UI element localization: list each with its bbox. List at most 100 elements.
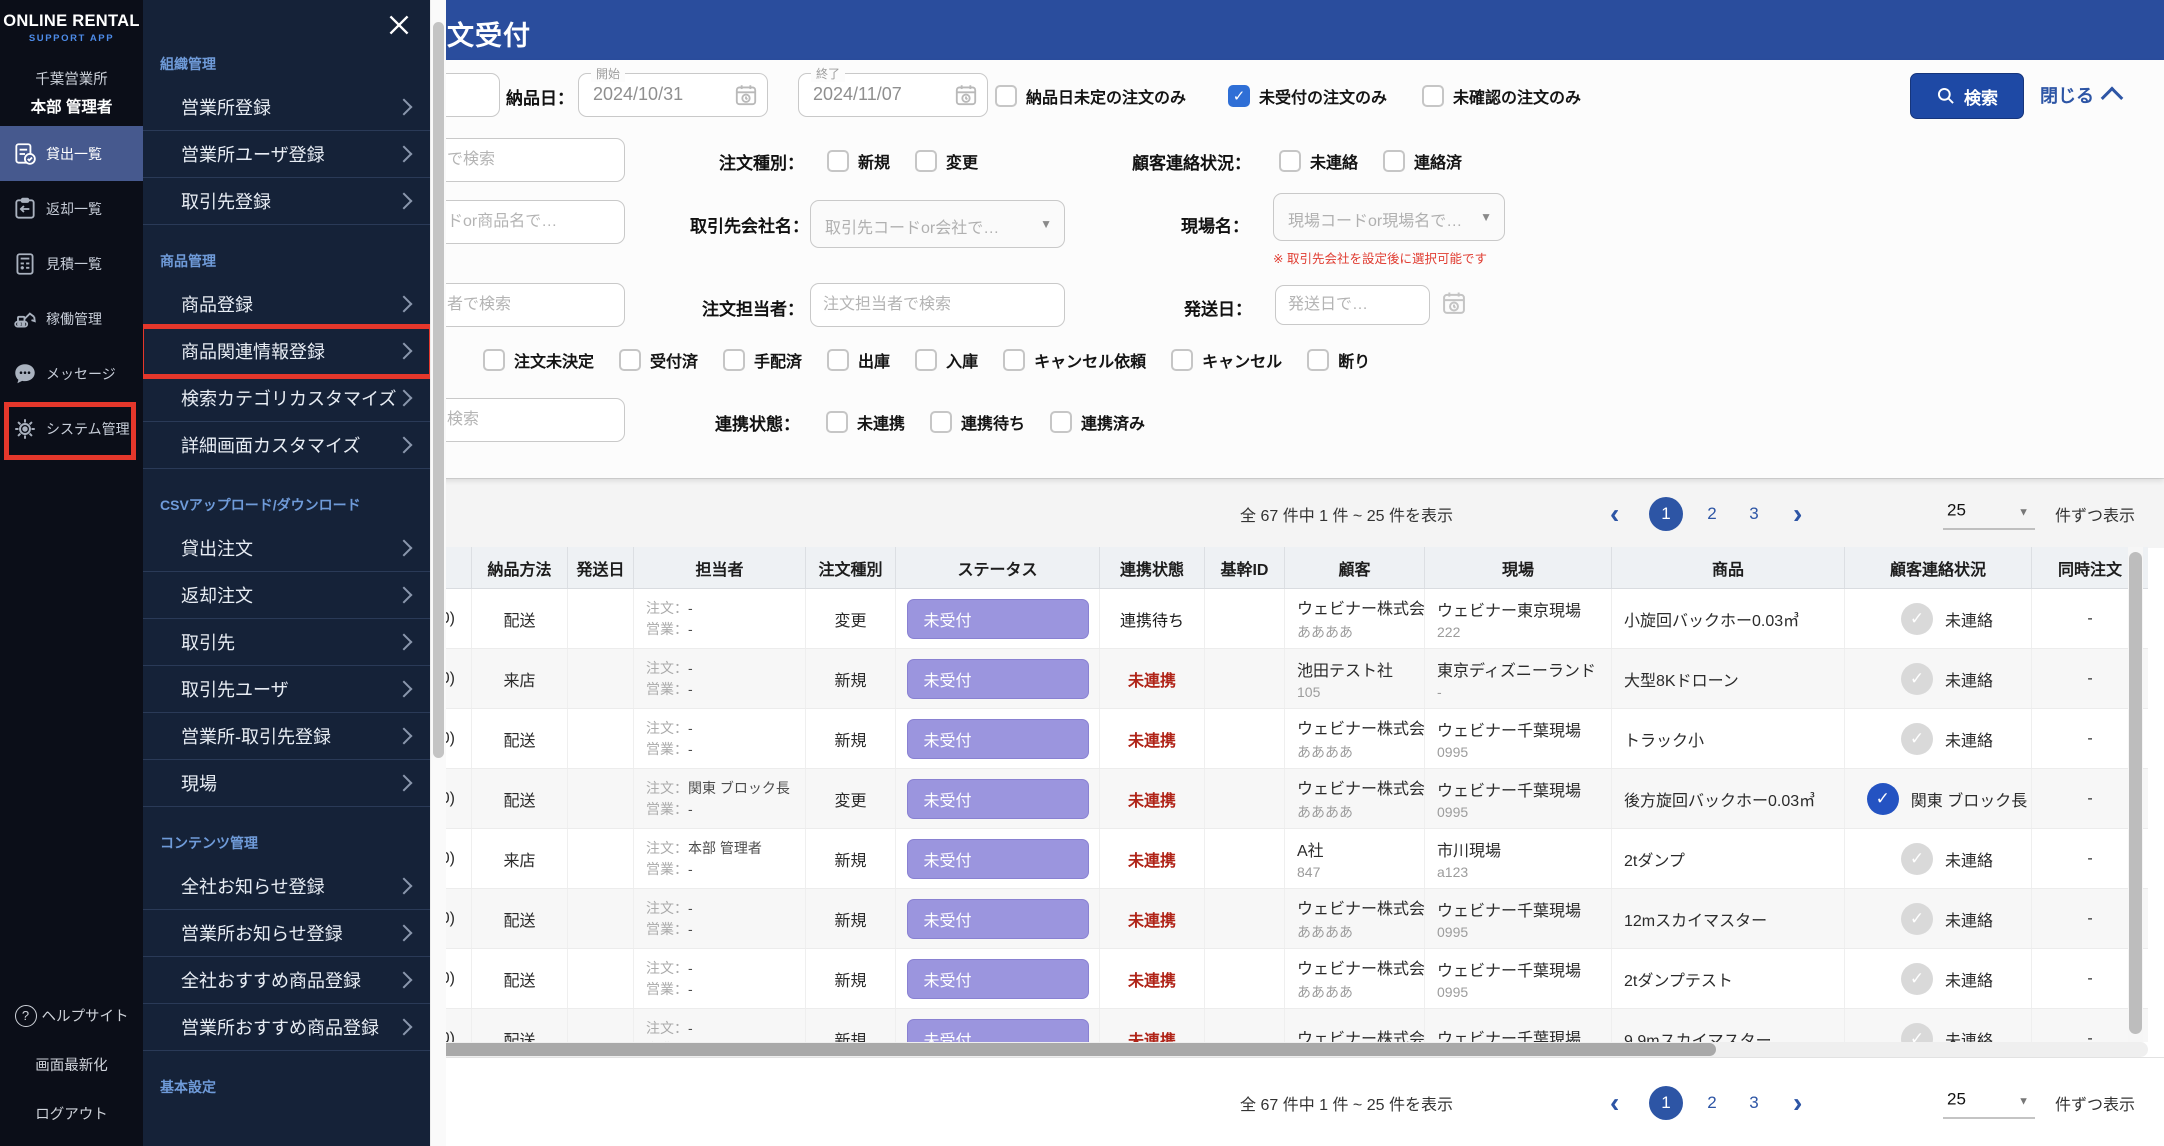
checkbox[interactable] [1307, 349, 1330, 371]
page-number-3[interactable]: 3 [1737, 497, 1771, 531]
filter-link-done[interactable]: 連携済み [1050, 410, 1145, 434]
filter-status-arranged[interactable]: 手配済 [723, 348, 802, 372]
table-row[interactable]: 00) 配送 注文：- 営業：- 変更 未受付 連携待ち ウェビナー株式会社ああ… [380, 589, 2148, 649]
filter-contact-none[interactable]: 未連絡 [1279, 149, 1358, 173]
checkbox[interactable] [1050, 411, 1073, 433]
page-number-2[interactable]: 2 [1695, 497, 1729, 531]
filter-unconfirmed-only[interactable]: 未確認の注文のみ [1422, 84, 1581, 108]
help-site-link[interactable]: ? ヘルプサイト [0, 991, 143, 1040]
drawer-scrollbar-thumb[interactable] [433, 22, 444, 758]
filter-status-shipped[interactable]: 出庫 [827, 348, 890, 372]
checkbox[interactable] [827, 150, 849, 172]
filter-order-type-change[interactable]: 変更 [915, 149, 978, 173]
drawer-item-return-orders-csv[interactable]: 返却注文 [143, 572, 430, 619]
drawer-scrollbar[interactable] [430, 0, 446, 1146]
page-number-1[interactable]: 1 [1649, 1085, 1683, 1120]
checkbox[interactable] [1171, 349, 1194, 371]
filter-contact-done[interactable]: 連絡済 [1383, 149, 1462, 173]
page-size-select[interactable]: 25 ▼ [1943, 498, 2035, 529]
table-row[interactable]: 00) 配送 注文：- 営業： 新規 未受付 未連携 ウェビナー株式会社 ウェビ… [380, 1009, 2148, 1042]
drawer-item-office-partner-registration-csv[interactable]: 営業所-取引先登録 [143, 713, 430, 760]
horizontal-scrollbar-thumb[interactable] [380, 1043, 1716, 1056]
filter-status-accepted[interactable]: 受付済 [619, 348, 698, 372]
partner-company-select[interactable]: 取引先コードor会社で… ▼ [810, 200, 1065, 248]
sidebar-item-operation-management[interactable]: 稼働管理 [0, 291, 143, 346]
site-name-select[interactable]: 現場コードor現場名で… ▼ [1273, 193, 1505, 241]
prev-page-button[interactable]: ‹ [1610, 499, 1619, 528]
filter-status-cancel[interactable]: キャンセル [1171, 348, 1282, 372]
checkbox-checked[interactable]: ✓ [1228, 85, 1250, 107]
search-button[interactable]: 検索 [1910, 73, 2024, 119]
checkbox[interactable] [723, 349, 746, 371]
delivery-date-end-input[interactable]: 終了 2024/11/07 [798, 65, 988, 117]
vertical-scrollbar[interactable] [2128, 547, 2143, 1042]
drawer-item-rental-orders-csv[interactable]: 貸出注文 [143, 525, 430, 572]
screen-refresh-link[interactable]: 画面最新化 [0, 1040, 143, 1089]
sidebar-item-messages[interactable]: メッセージ [0, 346, 143, 401]
calendar-icon[interactable] [953, 82, 979, 113]
drawer-item-sales-office-registration[interactable]: 営業所登録 [143, 84, 430, 131]
drawer-item-search-category-customize[interactable]: 検索カテゴリカスタマイズ [143, 375, 430, 422]
status-pill[interactable]: 未受付 [906, 958, 1089, 999]
table-row[interactable]: 00) 来店 注文：本部 管理者 営業：- 新規 未受付 未連携 A社847 市… [380, 829, 2148, 889]
drawer-item-company-news-registration[interactable]: 全社お知らせ登録 [143, 863, 430, 910]
delivery-date-start-input[interactable]: 開始 2024/10/31 [578, 65, 768, 117]
drawer-item-office-recommended-products[interactable]: 営業所おすすめ商品登録 [143, 1004, 430, 1051]
status-pill[interactable]: 未受付 [906, 598, 1089, 639]
status-pill[interactable]: 未受付 [906, 658, 1089, 699]
filter-status-undecided[interactable]: 注文未決定 [483, 348, 594, 372]
filter-no-delivery-date[interactable]: 納品日未定の注文のみ [995, 84, 1186, 108]
sidebar-item-system-management[interactable]: システム管理 [0, 401, 143, 456]
page-number-2[interactable]: 2 [1695, 1086, 1729, 1120]
drawer-item-partner-registration[interactable]: 取引先登録 [143, 178, 430, 225]
checkbox[interactable] [483, 349, 505, 371]
next-page-button[interactable]: › [1793, 499, 1802, 528]
page-number-1[interactable]: 1 [1649, 496, 1683, 531]
drawer-item-partners-csv[interactable]: 取引先 [143, 619, 430, 666]
drawer-item-detail-screen-customize[interactable]: 詳細画面カスタマイズ [143, 422, 430, 469]
logout-link[interactable]: ログアウト [0, 1089, 143, 1138]
calendar-icon[interactable] [1440, 289, 1468, 322]
filter-order-type-new[interactable]: 新規 [827, 149, 890, 173]
filter-link-waiting[interactable]: 連携待ち [930, 410, 1025, 434]
calendar-icon[interactable] [733, 82, 759, 113]
filter-status-cancel-request[interactable]: キャンセル依頼 [1003, 348, 1146, 372]
table-row[interactable]: 00) 来店 注文：- 営業：- 新規 未受付 未連携 池田テスト社105 東京… [380, 649, 2148, 709]
checkbox[interactable] [1383, 150, 1406, 172]
page-size-select[interactable]: 25 ▼ [1943, 1087, 2035, 1118]
close-icon[interactable] [382, 8, 416, 42]
checkbox[interactable] [1279, 150, 1301, 172]
checkbox[interactable] [915, 150, 938, 172]
horizontal-scrollbar[interactable] [380, 1042, 2148, 1057]
filter-status-received[interactable]: 入庫 [915, 348, 978, 372]
table-row[interactable]: 00) 配送 注文：- 営業：- 新規 未受付 未連携 ウェビナー株式会社あああ… [380, 889, 2148, 949]
drawer-item-sales-office-user-registration[interactable]: 営業所ユーザ登録 [143, 131, 430, 178]
checkbox[interactable] [826, 411, 848, 433]
sidebar-item-rental-list[interactable]: 貸出一覧 [0, 126, 143, 181]
page-number-3[interactable]: 3 [1737, 1086, 1771, 1120]
sidebar-item-quote-list[interactable]: 見積一覧 [0, 236, 143, 291]
checkbox[interactable] [1422, 85, 1444, 107]
table-row[interactable]: 00) 配送 注文：- 営業：- 新規 未受付 未連携 ウェビナー株式会社あああ… [380, 709, 2148, 769]
filter-unaccepted-only[interactable]: ✓ 未受付の注文のみ [1228, 84, 1387, 108]
checkbox[interactable] [995, 85, 1017, 107]
vertical-scrollbar-thumb[interactable] [2129, 552, 2142, 1034]
drawer-item-company-recommended-products[interactable]: 全社おすすめ商品登録 [143, 957, 430, 1004]
status-pill[interactable]: 未受付 [906, 898, 1089, 939]
drawer-item-partner-users-csv[interactable]: 取引先ユーザ [143, 666, 430, 713]
order-rep-input[interactable] [810, 283, 1065, 327]
status-pill[interactable]: 未受付 [906, 838, 1089, 879]
checkbox[interactable] [1003, 349, 1026, 371]
checkbox[interactable] [619, 349, 642, 371]
status-pill[interactable]: 未受付 [906, 1018, 1089, 1042]
drawer-item-product-related-info-registration[interactable]: 商品関連情報登録 [143, 324, 430, 379]
checkbox[interactable] [827, 349, 850, 371]
checkbox[interactable] [930, 411, 953, 433]
status-pill[interactable]: 未受付 [906, 718, 1089, 759]
status-pill[interactable]: 未受付 [906, 778, 1089, 819]
prev-page-button[interactable]: ‹ [1610, 1088, 1619, 1117]
drawer-item-office-news-registration[interactable]: 営業所お知らせ登録 [143, 910, 430, 957]
checkbox[interactable] [915, 349, 938, 371]
filter-status-declined[interactable]: 断り [1307, 348, 1370, 372]
table-row[interactable]: 00) 配送 注文：関東 ブロック長 営業：- 変更 未受付 未連携 ウェビナー… [380, 769, 2148, 829]
